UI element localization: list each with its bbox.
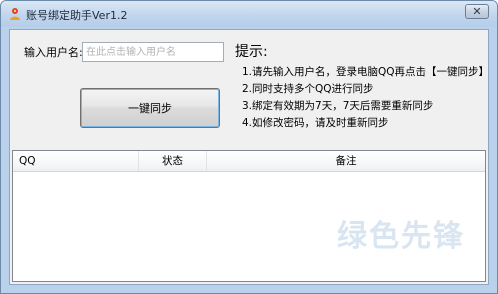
account-list-table[interactable]: QQ 状态 备注 <box>12 150 486 282</box>
tip-item: 3.绑定有效期为7天，7天后需要重新同步 <box>242 100 434 112</box>
main-panel: 输入用户名: 一键同步 提示: 1.请先输入用户名，登录电脑QQ再点击【一键同步… <box>9 29 489 285</box>
window-title: 账号绑定助手Ver1.2 <box>26 9 128 22</box>
username-input[interactable] <box>82 42 224 62</box>
tip-item: 4.如修改密码，请及时重新同步 <box>242 117 389 129</box>
app-window: 账号绑定助手Ver1.2 ✕ 输入用户名: 一键同步 提示: 1.请先输入用户名… <box>0 0 498 294</box>
close-icon[interactable]: ✕ <box>466 5 488 18</box>
one-click-sync-button[interactable]: 一键同步 <box>80 88 220 128</box>
tips-title: 提示: <box>235 44 268 60</box>
table-header: QQ 状态 备注 <box>13 151 485 172</box>
username-label: 输入用户名: <box>24 46 83 59</box>
column-header-qq[interactable]: QQ <box>13 151 139 171</box>
app-icon <box>8 7 22 21</box>
tip-item: 2.同时支持多个QQ进行同步 <box>242 83 374 95</box>
title-bar[interactable]: 账号绑定助手Ver1.2 ✕ <box>1 1 497 27</box>
close-button[interactable]: ✕ <box>465 4 489 19</box>
tips-list: 1.请先输入用户名，登录电脑QQ再点击【一键同步】 2.同时支持多个QQ进行同步… <box>242 64 489 132</box>
column-header-status[interactable]: 状态 <box>139 151 207 171</box>
column-header-note[interactable]: 备注 <box>207 151 485 171</box>
tip-item: 1.请先输入用户名，登录电脑QQ再点击【一键同步】 <box>242 66 490 78</box>
